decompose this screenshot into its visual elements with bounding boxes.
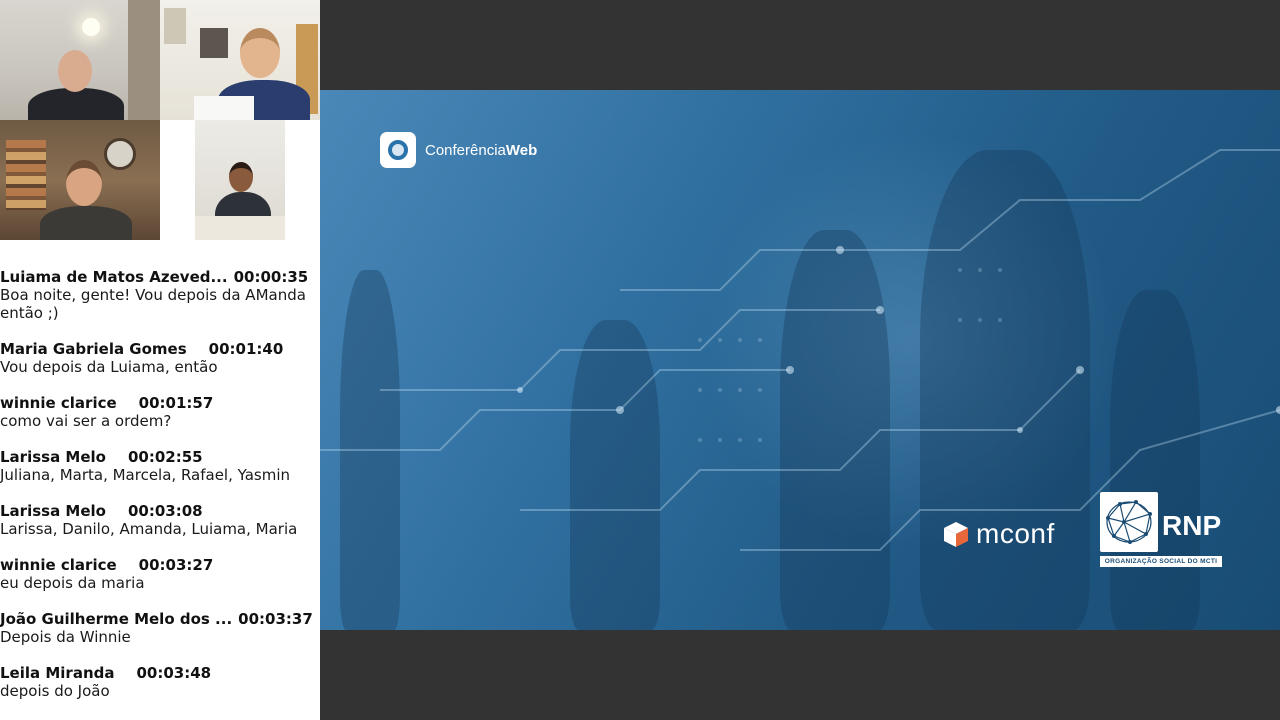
- chat-message: Leila Miranda 00:03:48 depois do João: [0, 664, 320, 700]
- chat-text: Boa noite, gente! Vou depois da AManda e…: [0, 286, 306, 322]
- background-bookshelf: [6, 140, 46, 210]
- chat-message: Luiama de Matos Azeved... 00:00:35 Boa n…: [0, 268, 320, 322]
- chat-message: winnie clarice 00:03:27 eu depois da mar…: [0, 556, 320, 592]
- chat-message-header: winnie clarice 00:03:27: [0, 556, 320, 574]
- chat-message: Maria Gabriela Gomes 00:01:40 Vou depois…: [0, 340, 320, 376]
- chat-timestamp: 00:02:55: [127, 448, 203, 466]
- left-panel: Luiama de Matos Azeved... 00:00:35 Boa n…: [0, 0, 320, 720]
- held-paper: [194, 96, 254, 120]
- globe-network-icon: [1106, 500, 1152, 544]
- chat-text: como vai ser a ordem?: [0, 412, 172, 430]
- chat-text: depois do João: [0, 682, 110, 700]
- mconf-logo: mconf: [942, 518, 1055, 550]
- chat-message: Larissa Melo 00:03:08 Larissa, Danilo, A…: [0, 502, 320, 538]
- chat-message-header: João Guilherme Melo dos ... 00:03:37: [0, 610, 320, 628]
- background-doorframe: [128, 0, 160, 120]
- rnp-subtitle: ORGANIZAÇÃO SOCIAL DO MCTI: [1100, 556, 1222, 567]
- chat-message-header: Larissa Melo 00:03:08: [0, 502, 320, 520]
- participant-torso: [40, 206, 132, 240]
- chat-author: winnie clarice: [0, 394, 117, 412]
- participant-head: [58, 50, 92, 92]
- chat-message: winnie clarice 00:01:57 como vai ser a o…: [0, 394, 320, 430]
- presentation-area: ConferênciaWeb mconf RNP ORGANIZAÇÃO SOC…: [320, 0, 1280, 720]
- rnp-wordmark: RNP: [1162, 510, 1222, 541]
- chat-author: João Guilherme Melo dos ...: [0, 610, 233, 628]
- ceiling-lamp: [82, 18, 100, 36]
- webcam-video-1[interactable]: [0, 0, 160, 120]
- chat-timestamp: 00:03:48: [136, 664, 212, 682]
- chat-timestamp: 00:03:27: [138, 556, 214, 574]
- chat-timestamp: 00:01:57: [138, 394, 214, 412]
- background-appliance: [200, 28, 228, 58]
- chat-message-header: Luiama de Matos Azeved... 00:00:35: [0, 268, 320, 286]
- webcam-video-3[interactable]: [0, 120, 160, 240]
- wall-clock: [104, 138, 136, 170]
- background-shelf: [164, 8, 186, 44]
- chat-author: Maria Gabriela Gomes: [0, 340, 187, 358]
- chat-message: Larissa Melo 00:02:55 Juliana, Marta, Ma…: [0, 448, 320, 484]
- participant-torso: [28, 88, 124, 120]
- chat-text: Larissa, Danilo, Amanda, Luiama, Maria: [0, 520, 298, 538]
- chat-author: winnie clarice: [0, 556, 117, 574]
- chat-text: Juliana, Marta, Marcela, Rafael, Yasmin: [0, 466, 291, 484]
- background-desk: [195, 216, 285, 240]
- chat-author: Leila Miranda: [0, 664, 115, 682]
- conferenciaweb-wordmark: ConferênciaWeb: [425, 142, 537, 159]
- chat-text: eu depois da maria: [0, 574, 145, 592]
- chat-timestamp: 00:01:40: [208, 340, 284, 358]
- brand-prefix: Conferência: [425, 141, 506, 159]
- presentation-slide[interactable]: ConferênciaWeb mconf RNP ORGANIZAÇÃO SOC…: [320, 90, 1280, 630]
- chat-text: Depois da Winnie: [0, 628, 131, 646]
- webcam-video-4[interactable]: [195, 120, 285, 240]
- chat-author: Luiama de Matos Azeved...: [0, 268, 228, 286]
- webcam-icon: [380, 132, 416, 168]
- chat-author: Larissa Melo: [0, 448, 106, 466]
- chat-timestamp: 00:03:37: [238, 610, 313, 628]
- chat-messages[interactable]: Luiama de Matos Azeved... 00:00:35 Boa n…: [0, 268, 320, 718]
- chat-text: Vou depois da Luiama, então: [0, 358, 218, 376]
- rnp-globe-box: [1100, 492, 1158, 552]
- chat-message-header: Leila Miranda 00:03:48: [0, 664, 320, 682]
- webcam-video-2[interactable]: [160, 0, 320, 120]
- chat-timestamp: 00:00:35: [233, 268, 309, 286]
- chat-message-header: Larissa Melo 00:02:55: [0, 448, 320, 466]
- chat-author: Larissa Melo: [0, 502, 106, 520]
- participant-head: [240, 28, 280, 78]
- chat-message-header: Maria Gabriela Gomes 00:01:40: [0, 340, 320, 358]
- conferenciaweb-logo: ConferênciaWeb: [380, 132, 537, 168]
- brand-suffix: Web: [505, 141, 538, 159]
- mconf-wordmark: mconf: [976, 518, 1055, 549]
- participant-head: [229, 162, 253, 192]
- cube-icon: [944, 522, 968, 547]
- rnp-logo: RNP ORGANIZAÇÃO SOCIAL DO MCTI: [1098, 490, 1222, 570]
- participant-head: [66, 160, 102, 206]
- chat-timestamp: 00:03:08: [127, 502, 203, 520]
- chat-message: João Guilherme Melo dos ... 00:03:37 Dep…: [0, 610, 320, 646]
- chat-message-header: winnie clarice 00:01:57: [0, 394, 320, 412]
